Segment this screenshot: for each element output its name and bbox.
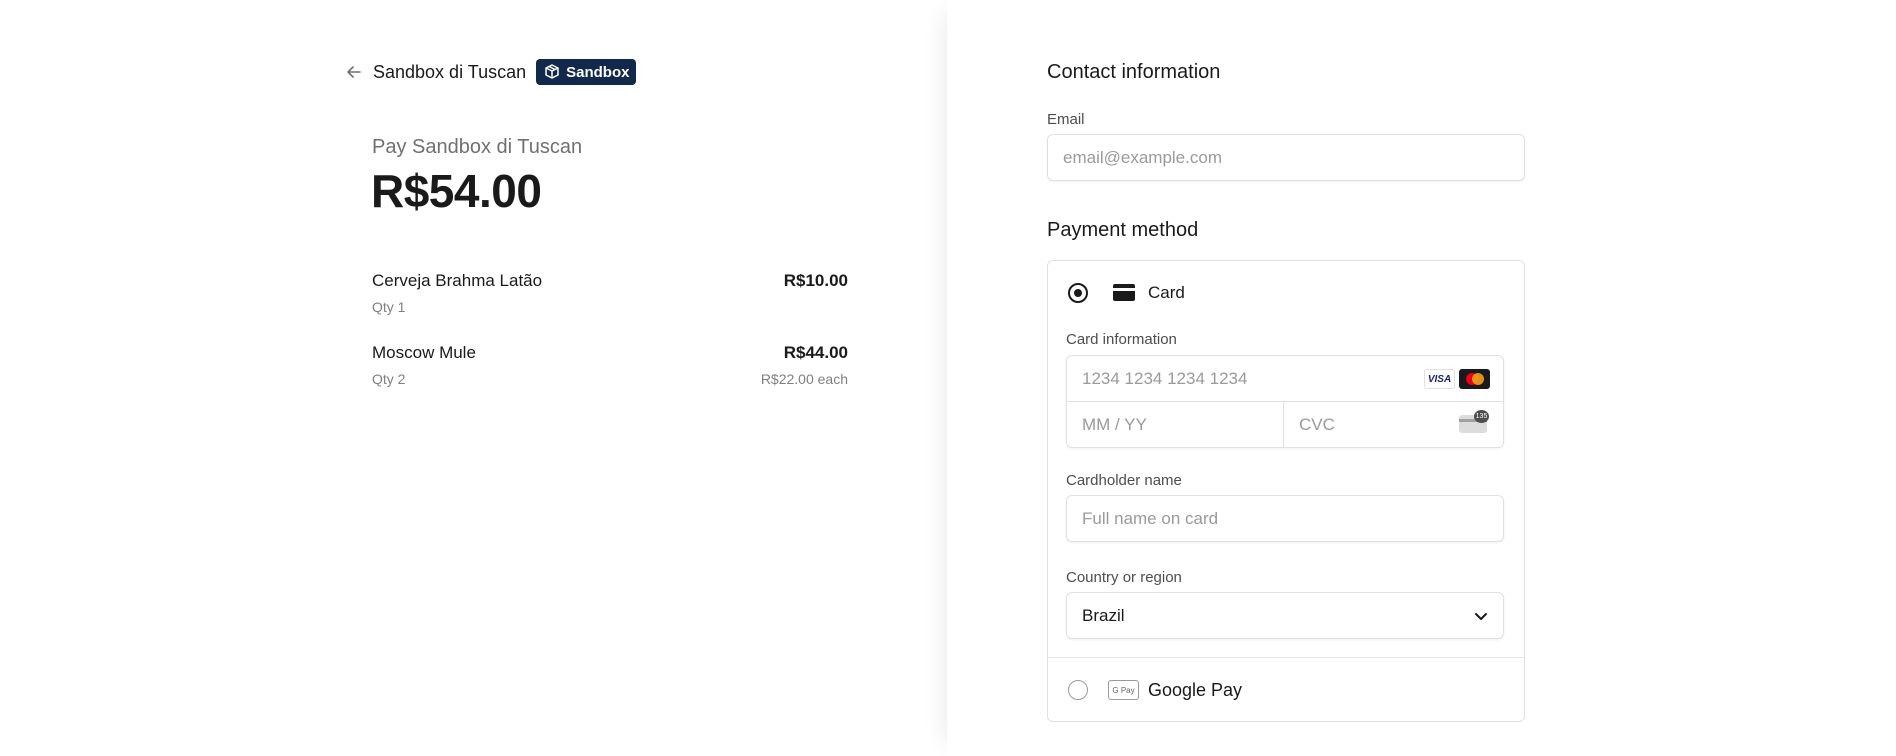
- merchant-header: Sandbox di Tuscan Sandbox: [345, 59, 637, 85]
- card-number-placeholder: 1234 1234 1234 1234: [1082, 368, 1248, 388]
- expiry-field[interactable]: MM / YY: [1067, 402, 1284, 448]
- card-option-label[interactable]: Card: [1148, 283, 1185, 303]
- card-radio[interactable]: [1068, 283, 1088, 303]
- merchant-name[interactable]: Sandbox di Tuscan: [373, 62, 526, 83]
- country-value: Brazil: [1082, 605, 1125, 625]
- pay-label: Pay Sandbox di Tuscan: [372, 136, 583, 158]
- line-item-name: Cerveja Brahma Latão: [372, 271, 543, 290]
- line-item-price: R$10.00: [783, 271, 848, 290]
- visa-icon: VISA: [1424, 369, 1455, 389]
- sandbox-badge-label: Sandbox: [566, 63, 630, 81]
- payment-method-title: Payment method: [1047, 219, 1199, 241]
- cvc-hint-badge: 135: [1474, 410, 1489, 423]
- line-item-qty: Qty 1: [372, 299, 406, 315]
- cardholder-label: Cardholder name: [1066, 472, 1182, 489]
- line-item-unit-price: R$22.00 each: [760, 371, 848, 387]
- line-item-price: R$44.00: [783, 343, 848, 362]
- card-info-label: Card information: [1066, 331, 1177, 348]
- cvc-placeholder: CVC: [1299, 415, 1335, 434]
- google-pay-icon: G Pay: [1108, 680, 1139, 700]
- line-item-name: Moscow Mule: [372, 343, 476, 362]
- expiry-placeholder: MM / YY: [1082, 415, 1147, 434]
- country-label: Country or region: [1066, 569, 1182, 586]
- contact-title: Contact information: [1047, 61, 1221, 83]
- total-amount: R$54.00: [371, 165, 542, 217]
- line-item: Cerveja Brahma Latão R$10.00 Qty 1: [372, 271, 848, 315]
- google-pay-label[interactable]: Google Pay: [1148, 680, 1242, 701]
- chevron-down-icon: [1475, 612, 1487, 620]
- google-pay-icon-label: G Pay: [1112, 685, 1135, 695]
- mastercard-icon: [1459, 369, 1490, 389]
- back-arrow-icon[interactable]: [345, 63, 363, 81]
- order-summary-panel: Sandbox di Tuscan Sandbox Pay Sandbox di…: [0, 0, 947, 756]
- cvc-card-icon: 135: [1459, 410, 1489, 433]
- email-input[interactable]: [1047, 134, 1525, 181]
- visa-icon-label: VISA: [1427, 373, 1452, 385]
- box-icon: [545, 64, 559, 79]
- sandbox-badge: Sandbox: [536, 59, 637, 85]
- google-pay-radio[interactable]: [1068, 680, 1088, 700]
- card-icon: [1113, 284, 1135, 301]
- card-details-group: 1234 1234 1234 1234 VISA MM / YY CVC 135: [1066, 355, 1504, 448]
- payment-method-box: Card Card information 1234 1234 1234 123…: [1047, 260, 1525, 722]
- country-select[interactable]: Brazil: [1066, 592, 1504, 639]
- payment-option-divider: [1048, 657, 1524, 658]
- line-item: Moscow Mule R$44.00 Qty 2 R$22.00 each: [372, 343, 848, 387]
- line-item-qty: Qty 2: [372, 371, 406, 387]
- cardholder-input[interactable]: [1066, 495, 1504, 542]
- email-label: Email: [1047, 111, 1085, 128]
